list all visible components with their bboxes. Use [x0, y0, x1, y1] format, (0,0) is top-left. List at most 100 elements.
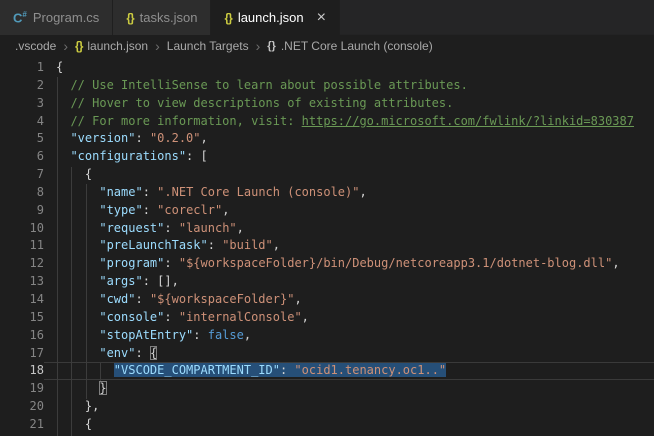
- code-line[interactable]: "name": ".NET Core Launch (console)",: [44, 184, 654, 202]
- line-number[interactable]: 15: [0, 309, 44, 327]
- editor-row: 1{: [0, 59, 654, 77]
- code-line[interactable]: }: [44, 380, 654, 398]
- line-number[interactable]: 18: [0, 362, 44, 380]
- code-line[interactable]: // Use IntelliSense to learn about possi…: [44, 77, 654, 95]
- line-number[interactable]: 3: [0, 95, 44, 113]
- code-token: : [: [186, 149, 208, 164]
- line-number[interactable]: 1: [0, 59, 44, 77]
- code-line[interactable]: "cwd": "${workspaceFolder}",: [44, 291, 654, 309]
- code-token: :: [142, 184, 158, 199]
- line-number[interactable]: 7: [0, 166, 44, 184]
- code-token: ,: [612, 256, 620, 271]
- selected-text: "VSCODE_COMPARTMENT_ID": [113, 363, 280, 378]
- tab-label: Program.cs: [32, 10, 100, 25]
- line-number[interactable]: 4: [0, 113, 44, 131]
- code-line[interactable]: // For more information, visit: https://…: [44, 113, 654, 131]
- breadcrumb-item-launch-targets[interactable]: Launch Targets: [167, 39, 249, 53]
- code-token: :: [164, 309, 179, 324]
- breadcrumb-item-net-core-launch-console[interactable]: {} .NET Core Launch (console): [267, 39, 432, 53]
- code-token: "version": [70, 131, 136, 146]
- code-token: :: [135, 131, 150, 146]
- editor-row: 19 }: [0, 380, 654, 398]
- breadcrumb-item-launch-json[interactable]: {} launch.json: [75, 39, 148, 53]
- editor-row: 10 "request": "launch",: [0, 220, 654, 238]
- code-token: "name": [99, 184, 143, 199]
- code-line[interactable]: "program": "${workspaceFolder}/bin/Debug…: [44, 255, 654, 273]
- editor-row: 21 {: [0, 416, 654, 434]
- code-token: {: [56, 60, 64, 74]
- code-line[interactable]: },: [44, 398, 654, 416]
- line-number[interactable]: 17: [0, 345, 44, 363]
- code-line[interactable]: "configurations": [: [44, 148, 654, 166]
- line-number[interactable]: 13: [0, 273, 44, 291]
- line-number[interactable]: 6: [0, 148, 44, 166]
- link[interactable]: https://go.microsoft.com/fwlink/?linkid=…: [302, 114, 634, 128]
- code-line[interactable]: {: [44, 416, 654, 434]
- code-line[interactable]: {: [44, 166, 654, 184]
- line-number[interactable]: 5: [0, 130, 44, 148]
- editor-row: 16 "stopAtEntry": false,: [0, 327, 654, 345]
- code-token: false: [207, 327, 244, 342]
- code-token: :: [135, 291, 150, 306]
- breadcrumb-item-vscode[interactable]: .vscode: [15, 39, 56, 53]
- editor-row: 8 "name": ".NET Core Launch (console)",: [0, 184, 654, 202]
- editor-row: 5 "version": "0.2.0",: [0, 130, 654, 148]
- code-token: ".NET Core Launch (console)": [157, 184, 360, 199]
- line-number[interactable]: 11: [0, 237, 44, 255]
- line-number[interactable]: 20: [0, 398, 44, 416]
- code-line[interactable]: "request": "launch",: [44, 220, 654, 238]
- line-number[interactable]: 2: [0, 77, 44, 95]
- tab-launch-json[interactable]: {} launch.json ×: [211, 0, 340, 35]
- code-token: ,: [301, 309, 309, 324]
- code-token: ,: [294, 291, 302, 306]
- line-number[interactable]: 12: [0, 255, 44, 273]
- code-line[interactable]: "env": {: [44, 345, 654, 363]
- code-line[interactable]: "preLaunchTask": "build",: [44, 237, 654, 255]
- close-icon[interactable]: ×: [317, 9, 326, 26]
- code-token: },: [56, 399, 100, 414]
- tab-tasks-json[interactable]: {} tasks.json: [113, 0, 212, 35]
- line-number[interactable]: 10: [0, 220, 44, 238]
- indent-guide: [86, 184, 87, 399]
- code-token: {: [56, 167, 93, 182]
- code-line[interactable]: "stopAtEntry": false,: [44, 327, 654, 345]
- code-line[interactable]: "console": "internalConsole",: [44, 309, 654, 327]
- code-token: "stopAtEntry": [99, 327, 194, 342]
- line-number[interactable]: 16: [0, 327, 44, 345]
- breadcrumb-label: launch.json: [87, 39, 149, 53]
- code-line[interactable]: "VSCODE_COMPARTMENT_ID": "ocid1.tenancy.…: [44, 362, 654, 380]
- code-line[interactable]: "args": [],: [44, 273, 654, 291]
- breadcrumb-label: .NET Core Launch (console): [280, 39, 433, 53]
- code-line[interactable]: {: [44, 59, 654, 77]
- selected-text: "ocid1.tenancy.oc1..": [294, 363, 447, 378]
- csharp-icon: C#: [13, 9, 27, 26]
- line-number[interactable]: 9: [0, 202, 44, 220]
- editor-row: 12 "program": "${workspaceFolder}/bin/De…: [0, 255, 654, 273]
- code-line[interactable]: "version": "0.2.0",: [44, 130, 654, 148]
- line-number[interactable]: 14: [0, 291, 44, 309]
- code-token: "configurations": [70, 149, 187, 164]
- line-number[interactable]: 8: [0, 184, 44, 202]
- line-number[interactable]: 21: [0, 416, 44, 434]
- code-token: :: [193, 327, 208, 342]
- code-line[interactable]: "type": "coreclr",: [44, 202, 654, 220]
- tab-bar: C# Program.cs {} tasks.json {} launch.json ×: [0, 0, 654, 35]
- chevron-right-icon: ›: [255, 38, 261, 54]
- line-number[interactable]: 19: [0, 380, 44, 398]
- json-icon: {}: [224, 10, 232, 25]
- code-token: "${workspaceFolder}": [149, 291, 295, 306]
- code-token: // Hover to view descriptions of existin…: [56, 95, 454, 110]
- tab-program-cs[interactable]: C# Program.cs: [0, 0, 114, 35]
- code-token: ,: [222, 202, 230, 217]
- code-token: "console": [99, 309, 165, 324]
- code-token: ,: [359, 184, 367, 199]
- code-line[interactable]: // Hover to view descriptions of existin…: [44, 95, 654, 113]
- code-token: ,: [272, 238, 280, 253]
